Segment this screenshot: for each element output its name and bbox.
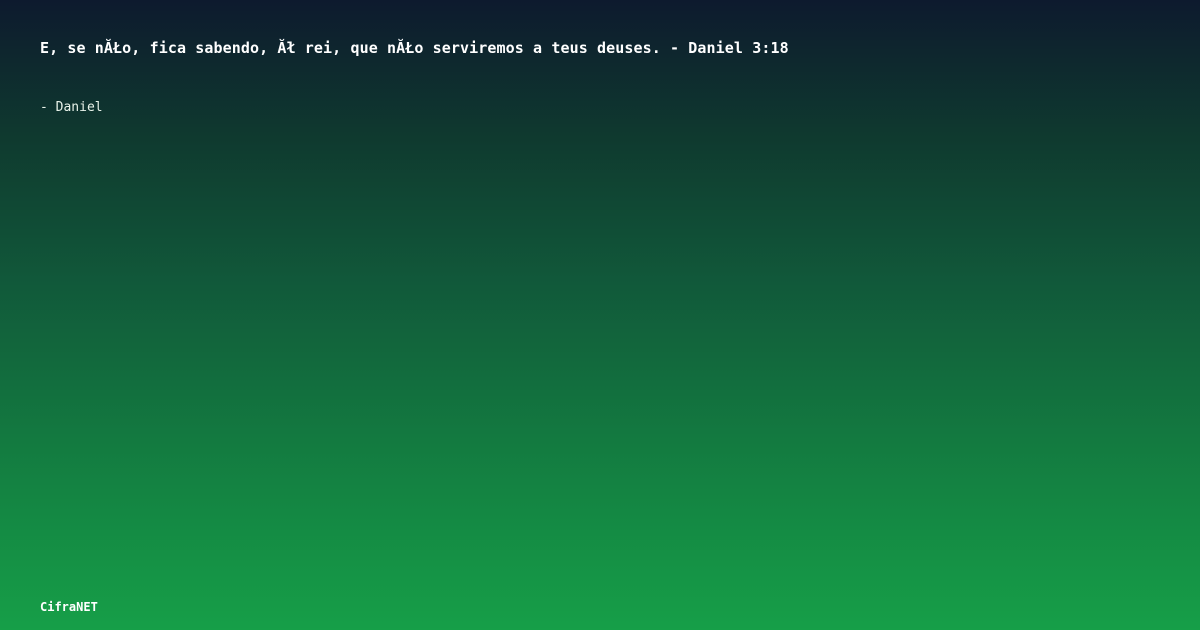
share-card: E, se nĂŁo, fica sabendo, Ăł rei, que nĂ… [0,0,1200,630]
quote-author: - Daniel [40,100,103,115]
quote-text: E, se nĂŁo, fica sabendo, Ăł rei, que nĂ… [40,39,789,57]
brand-name: CifraNET [40,600,98,614]
